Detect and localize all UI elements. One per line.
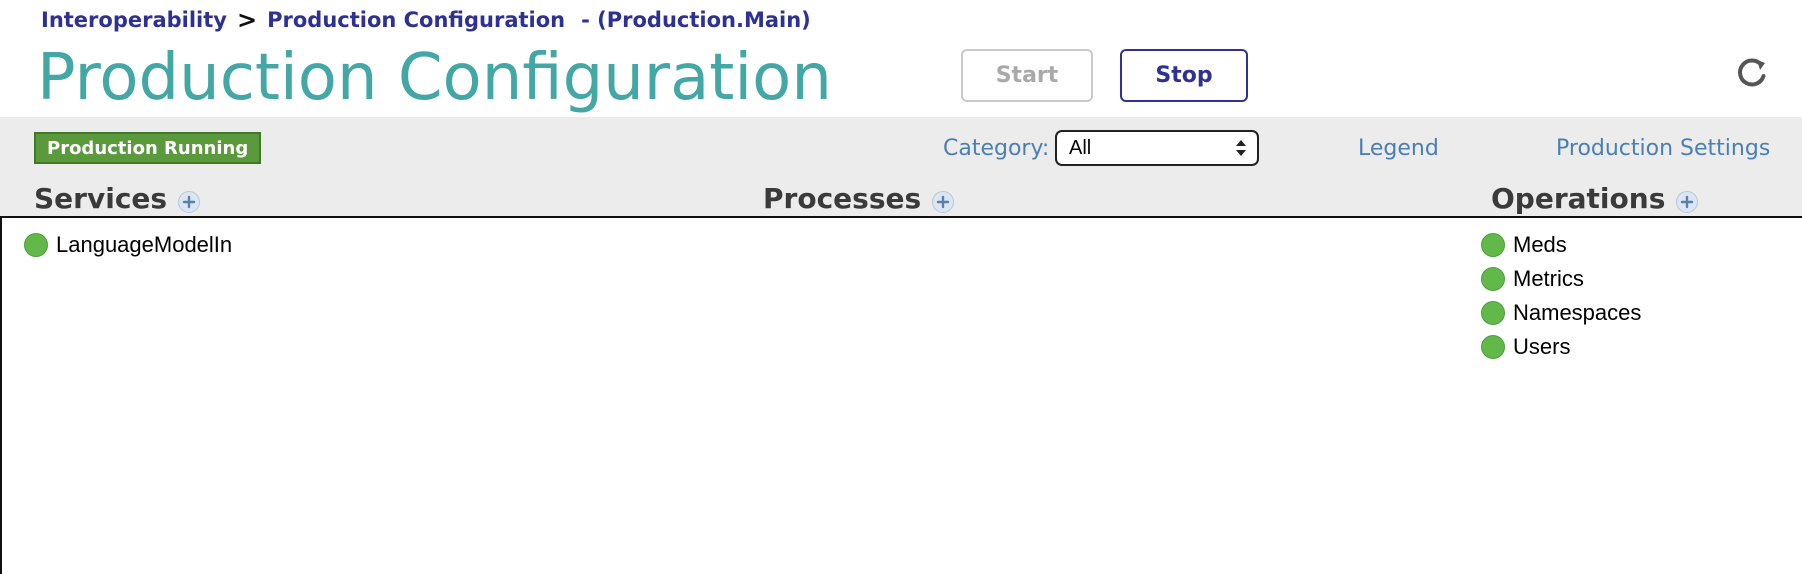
breadcrumb: Interoperability > Production Configurat… bbox=[41, 5, 811, 35]
select-arrows-icon bbox=[1236, 140, 1246, 156]
breadcrumb-separator: > bbox=[237, 6, 258, 34]
operation-name: Users bbox=[1513, 334, 1571, 359]
category-select-value: All bbox=[1069, 136, 1092, 159]
production-status-badge: Production Running bbox=[34, 132, 262, 164]
service-name: LanguageModelIn bbox=[56, 232, 233, 257]
category-label: Category: bbox=[943, 135, 1050, 161]
status-dot-icon bbox=[24, 233, 48, 257]
processes-title: Processes bbox=[763, 181, 922, 215]
add-service-icon[interactable] bbox=[177, 190, 201, 214]
start-button[interactable]: Start bbox=[961, 49, 1093, 102]
operation-item-metrics[interactable]: Metrics bbox=[1481, 264, 1584, 294]
breadcrumb-namespace: - (Production.Main) bbox=[581, 8, 811, 32]
status-dot-icon bbox=[1481, 301, 1505, 325]
page-title: Production Configuration bbox=[37, 41, 832, 115]
production-configuration-page: Interoperability > Production Configurat… bbox=[0, 0, 1802, 574]
operation-item-namespaces[interactable]: Namespaces bbox=[1481, 298, 1641, 328]
add-process-icon[interactable] bbox=[931, 190, 955, 214]
legend-link[interactable]: Legend bbox=[1358, 131, 1439, 165]
add-operation-icon[interactable] bbox=[1675, 190, 1699, 214]
operations-title: Operations bbox=[1491, 181, 1666, 215]
status-dot-icon bbox=[1481, 267, 1505, 291]
operation-name: Metrics bbox=[1513, 266, 1584, 291]
operation-name: Namespaces bbox=[1513, 300, 1642, 325]
refresh-icon[interactable] bbox=[1734, 55, 1770, 91]
services-column-header: Services bbox=[34, 180, 201, 216]
toolbar: Production Running Category: All Legend … bbox=[0, 117, 1802, 217]
operations-column-header: Operations bbox=[1491, 180, 1699, 216]
status-dot-icon bbox=[1481, 335, 1505, 359]
stop-button[interactable]: Stop bbox=[1120, 49, 1248, 102]
services-title: Services bbox=[34, 181, 168, 215]
operation-name: Meds bbox=[1513, 232, 1567, 257]
category-select[interactable]: All bbox=[1055, 130, 1259, 166]
operation-item-meds[interactable]: Meds bbox=[1481, 230, 1567, 260]
production-settings-link[interactable]: Production Settings bbox=[1556, 131, 1770, 165]
service-item-languagemodelin[interactable]: LanguageModelIn bbox=[24, 230, 232, 260]
processes-column-header: Processes bbox=[763, 180, 955, 216]
production-diagram: LanguageModelIn Meds Metrics Namespaces … bbox=[0, 216, 1802, 574]
breadcrumb-production-configuration[interactable]: Production Configuration bbox=[267, 8, 565, 32]
breadcrumb-interoperability[interactable]: Interoperability bbox=[41, 8, 227, 32]
header: Interoperability > Production Configurat… bbox=[0, 0, 1802, 117]
operation-item-users[interactable]: Users bbox=[1481, 332, 1570, 362]
status-dot-icon bbox=[1481, 233, 1505, 257]
